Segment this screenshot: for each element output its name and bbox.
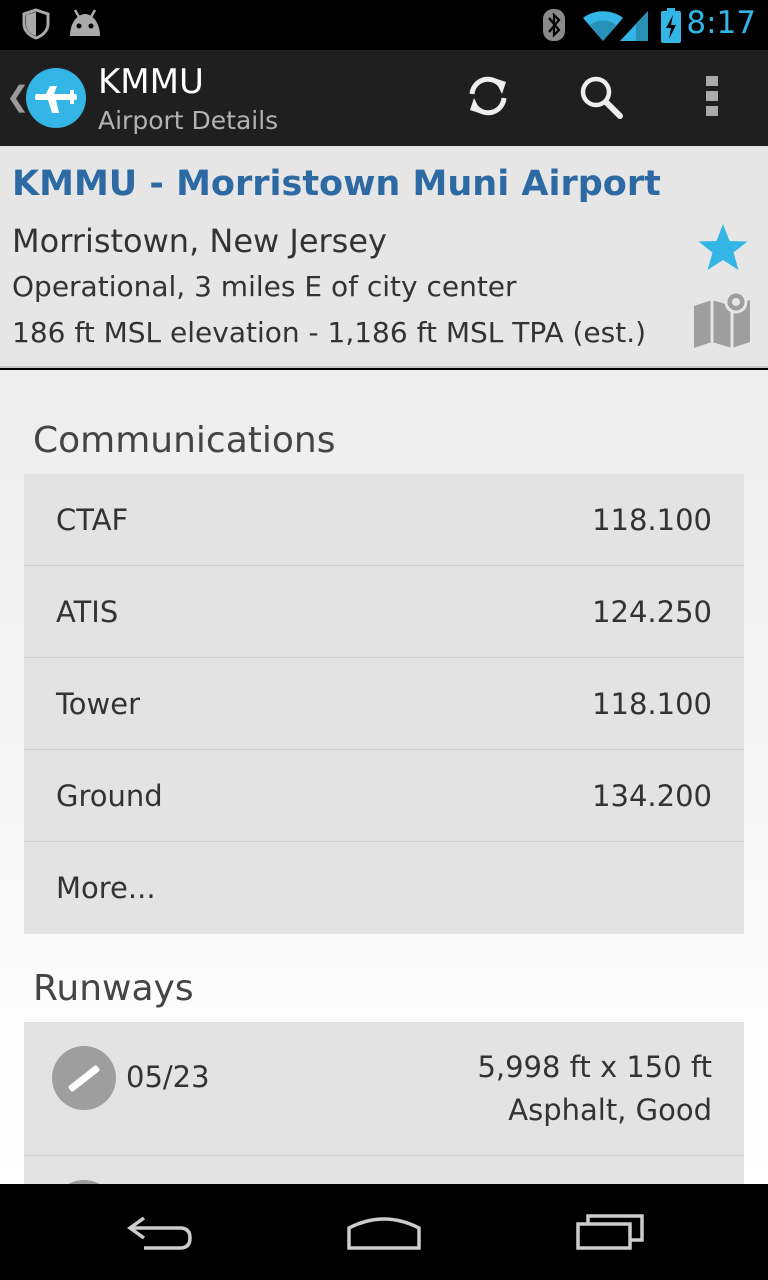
search-button[interactable] [570, 68, 630, 128]
back-arrow-icon [124, 1212, 196, 1256]
shield-icon [22, 8, 50, 44]
home-icon [345, 1212, 423, 1256]
runway-dimensions: 5,998 ft x 150 ft [477, 1050, 712, 1084]
android-icon [66, 8, 104, 42]
search-icon [576, 72, 624, 124]
comm-row-tower[interactable]: Tower 118.100 [24, 658, 744, 750]
runway-row[interactable]: 05/23 5,998 ft x 150 ft Asphalt, Good [24, 1022, 744, 1156]
comm-row-ground[interactable]: Ground 134.200 [24, 750, 744, 842]
battery-charging-icon [660, 8, 682, 48]
communications-card: CTAF 118.100 ATIS 124.250 Tower 118.100 … [24, 474, 744, 934]
home-button[interactable] [334, 1206, 434, 1262]
airport-status: Operational, 3 miles E of city center [12, 270, 517, 303]
comm-frequency: 118.100 [592, 686, 712, 721]
back-button[interactable] [110, 1206, 210, 1262]
app-logo-airplane-icon[interactable] [26, 68, 86, 128]
runways-card: 05/23 5,998 ft x 150 ft Asphalt, Good [24, 1022, 744, 1184]
comm-more-label: More... [56, 871, 156, 905]
overflow-menu-icon [704, 74, 720, 122]
comm-frequency: 134.200 [592, 778, 712, 813]
runway-id: 05/23 [126, 1060, 210, 1094]
action-bar-title: KMMU [98, 62, 204, 102]
comm-frequency: 118.100 [592, 502, 712, 537]
comm-label: Tower [56, 686, 141, 721]
runway-row-partial[interactable] [24, 1156, 744, 1184]
bluetooth-icon [542, 8, 566, 46]
status-time: 8:17 [686, 5, 756, 41]
airport-header: KMMU - Morristown Muni Airport Morristow… [0, 146, 768, 368]
map-icon[interactable] [692, 290, 756, 356]
airport-location: Morristown, New Jersey [12, 222, 387, 260]
communications-title: Communications [33, 420, 336, 461]
airport-elevation: 186 ft MSL elevation - 1,186 ft MSL TPA … [12, 316, 647, 349]
refresh-icon [464, 72, 512, 124]
favorite-star-icon[interactable] [696, 222, 750, 278]
navigation-bar [0, 1184, 768, 1280]
runways-title: Runways [33, 968, 194, 1009]
comm-frequency: 124.250 [592, 594, 712, 629]
overflow-menu-button[interactable] [682, 68, 742, 128]
comm-label: Ground [56, 778, 163, 813]
runway-heading-icon [52, 1046, 116, 1110]
recent-apps-button[interactable] [560, 1206, 660, 1262]
action-bar: ❮ KMMU Airport Details [0, 50, 768, 146]
refresh-button[interactable] [458, 68, 518, 128]
content-scroll[interactable]: Communications CTAF 118.100 ATIS 124.250… [0, 370, 768, 1184]
recent-apps-icon [574, 1212, 646, 1256]
comm-row-ctaf[interactable]: CTAF 118.100 [24, 474, 744, 566]
comm-more-button[interactable]: More... [24, 842, 744, 934]
airport-name: KMMU - Morristown Muni Airport [12, 164, 661, 204]
comm-row-atis[interactable]: ATIS 124.250 [24, 566, 744, 658]
action-bar-subtitle: Airport Details [98, 106, 279, 135]
wifi-icon [582, 8, 624, 46]
comm-label: ATIS [56, 594, 119, 629]
runway-surface: Asphalt, Good [508, 1093, 712, 1127]
status-bar: 8:17 [0, 0, 768, 50]
comm-label: CTAF [56, 502, 129, 537]
signal-icon [620, 8, 650, 46]
